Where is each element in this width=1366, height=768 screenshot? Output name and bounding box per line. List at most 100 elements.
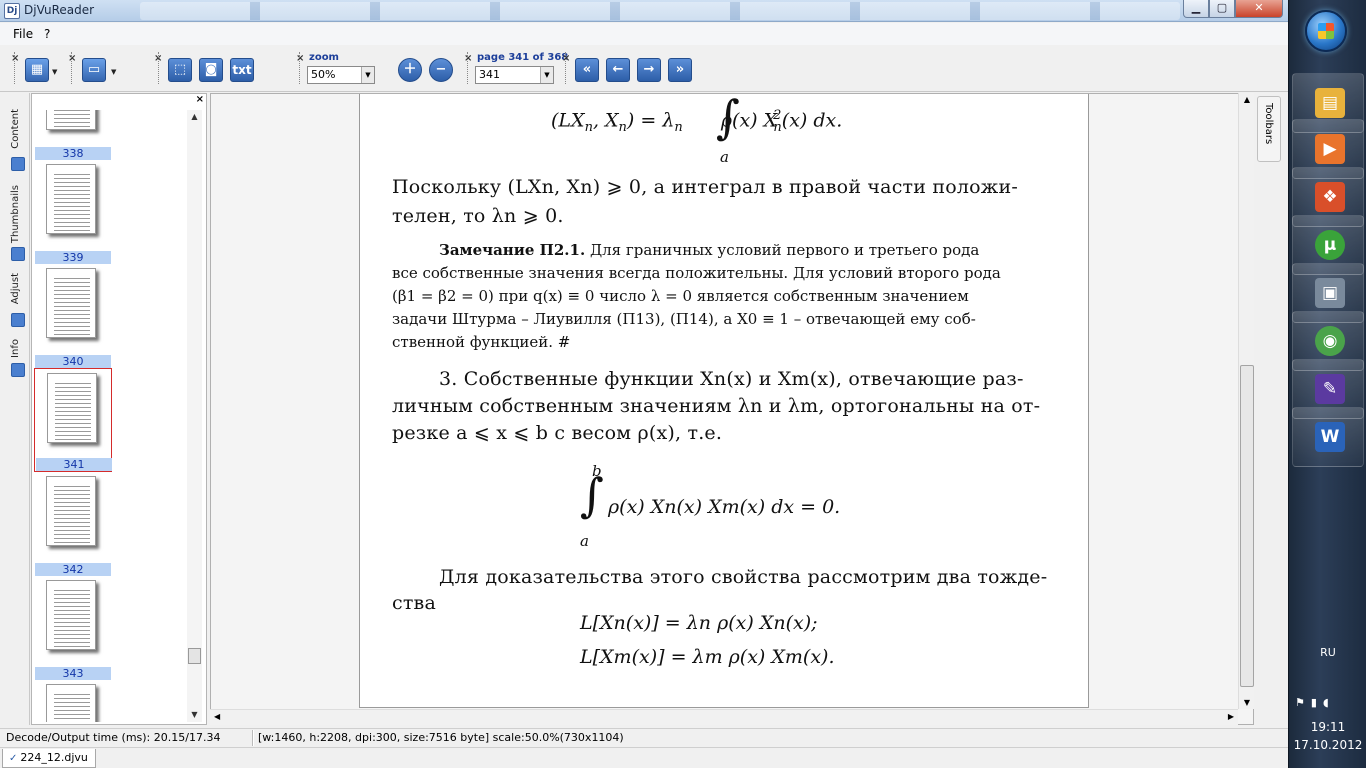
equation-2: ρ(x) Xn(x) Xm(x) dx = 0. bbox=[608, 496, 841, 518]
title-bar[interactable]: Dj DjVuReader ▁ ▢ ✕ bbox=[0, 0, 1288, 22]
remark-line-1: Замечание П2.1. Для граничных условий пе… bbox=[439, 241, 980, 259]
page-select[interactable]: 341 ▼ bbox=[475, 66, 554, 84]
thumbnail-page bbox=[46, 476, 96, 546]
toolbar-grip[interactable] bbox=[467, 52, 470, 84]
thumbnail-page bbox=[46, 684, 96, 722]
thumbnail-page bbox=[46, 164, 96, 234]
page-value: 341 bbox=[479, 68, 500, 81]
zoom-out-button[interactable]: − bbox=[429, 58, 453, 82]
thumbnail-number: 339 bbox=[35, 251, 111, 264]
chevron-down-icon[interactable]: ▼ bbox=[361, 67, 374, 83]
image-view-button[interactable]: ◙ bbox=[199, 58, 223, 82]
menu-help[interactable]: ? bbox=[44, 27, 50, 41]
toolbar-grip[interactable] bbox=[14, 52, 17, 84]
thumbnail-page bbox=[47, 373, 97, 443]
tab-thumbnails[interactable]: Thumbnails bbox=[8, 183, 28, 263]
thumbnail-338[interactable]: 338 bbox=[34, 110, 112, 160]
toolbar-grip[interactable] bbox=[71, 52, 74, 84]
app-icon: Dj bbox=[4, 3, 20, 19]
text-mode-button[interactable]: txt bbox=[230, 58, 254, 82]
language-indicator[interactable]: RU bbox=[1289, 646, 1366, 659]
tab-info[interactable]: Info bbox=[8, 337, 28, 383]
chevron-down-icon[interactable]: ▼ bbox=[540, 67, 553, 83]
start-button[interactable] bbox=[1305, 10, 1347, 52]
scroll-down-icon[interactable]: ▼ bbox=[187, 708, 202, 722]
integral-lower-limit: a bbox=[720, 148, 729, 166]
thumbnail-page bbox=[46, 268, 96, 338]
document-tab-label: 224_12.djvu bbox=[20, 751, 88, 764]
tab-adjust[interactable]: Adjust bbox=[8, 271, 28, 331]
toolbar-grip[interactable] bbox=[299, 52, 302, 84]
status-separator bbox=[252, 730, 254, 746]
document-horizontal-scrollbar[interactable]: ◀ ▶ bbox=[210, 709, 1238, 725]
clock-time[interactable]: 19:11 bbox=[1289, 720, 1366, 734]
menu-file[interactable]: File bbox=[13, 27, 33, 41]
thumbnail-339[interactable]: 339 bbox=[34, 160, 112, 264]
equation-4: L[Xm(x)] = λm ρ(x) Xm(x). bbox=[580, 646, 835, 668]
window-title: DjVuReader bbox=[24, 3, 95, 17]
document-icon: ✓ bbox=[9, 753, 18, 764]
thumbnail-343[interactable]: 343 bbox=[34, 576, 112, 680]
scroll-left-icon[interactable]: ◀ bbox=[214, 712, 220, 721]
remark-line-5: ственной функцией. # bbox=[392, 333, 571, 351]
thumbnail-page bbox=[46, 580, 96, 650]
maximize-button[interactable]: ▢ bbox=[1209, 0, 1235, 18]
toolbar-grip[interactable] bbox=[565, 52, 568, 84]
zoom-select[interactable]: 50% ▼ bbox=[307, 66, 375, 84]
toolbar: × ▦ ▼ × ▭ ▼ × ⬚ ◙ txt × zoom 50% ▼ ＋ − ×… bbox=[0, 46, 1288, 92]
zoom-in-button[interactable]: ＋ bbox=[398, 58, 422, 82]
last-page-button[interactable]: » bbox=[668, 58, 692, 82]
paragraph-1-line-2: телен, то λn ⩾ 0. bbox=[392, 205, 564, 227]
first-page-button[interactable]: « bbox=[575, 58, 599, 82]
page-layout-button[interactable]: ▦ bbox=[25, 58, 49, 82]
toolbars-tab-label: Toolbars bbox=[1263, 103, 1274, 145]
remark-line-3: (β1 = β2 = 0) при q(x) ≡ 0 число λ = 0 я… bbox=[392, 287, 969, 305]
scroll-down-icon[interactable]: ▼ bbox=[1239, 698, 1255, 707]
document-vertical-scrollbar[interactable]: ▲ ▼ bbox=[1238, 93, 1254, 709]
tab-content-label: Content bbox=[10, 109, 21, 149]
network-icon[interactable]: ▮ bbox=[1311, 696, 1323, 709]
scroll-up-icon[interactable]: ▲ bbox=[1239, 95, 1255, 104]
content-icon bbox=[11, 157, 25, 171]
scroll-up-icon[interactable]: ▲ bbox=[187, 110, 202, 124]
clock-date[interactable]: 17.10.2012 bbox=[1289, 738, 1366, 752]
remark-line-4: задачи Штурма – Лиувилля (П13), (П14), а… bbox=[392, 310, 976, 328]
thumbnail-scrollbar[interactable]: ▲ ▼ bbox=[187, 110, 202, 722]
select-region-button[interactable]: ⬚ bbox=[168, 58, 192, 82]
document-view[interactable]: (LXn, Xn) = λn ρ(x) X2n(x) dx. ∫ a Поско… bbox=[210, 93, 1254, 725]
word-icon: W bbox=[1315, 422, 1345, 452]
volume-icon[interactable]: ◖ bbox=[1323, 696, 1335, 709]
paragraph-1-line-1: Поскольку (LXn, Xn) ⩾ 0, а интеграл в пр… bbox=[392, 176, 1018, 198]
taskbar-app-word[interactable]: W bbox=[1292, 407, 1364, 467]
next-page-button[interactable]: → bbox=[637, 58, 661, 82]
equation-3: L[Xn(x)] = λn ρ(x) Xn(x); bbox=[580, 612, 818, 634]
thumbnail-340[interactable]: 340 bbox=[34, 264, 112, 368]
thumbnail-number: 340 bbox=[35, 355, 111, 368]
tab-content[interactable]: Content bbox=[8, 107, 28, 177]
background-windows-strip bbox=[140, 2, 1180, 20]
menu-bar: File ? bbox=[0, 23, 1288, 45]
thumbnail-341[interactable]: 341 bbox=[34, 368, 112, 472]
flag-icon[interactable]: ⚑ bbox=[1295, 696, 1311, 709]
system-tray[interactable]: ⚑▮◖ bbox=[1295, 696, 1361, 712]
thumbnail-number: 342 bbox=[35, 563, 111, 576]
minimize-button[interactable]: ▁ bbox=[1183, 0, 1209, 18]
chevron-down-icon[interactable]: ▼ bbox=[52, 68, 57, 76]
close-button[interactable]: ✕ bbox=[1235, 0, 1283, 18]
page-view-button[interactable]: ▭ bbox=[82, 58, 106, 82]
scroll-thumb[interactable] bbox=[188, 648, 201, 664]
toolbars-tab[interactable]: Toolbars bbox=[1257, 96, 1281, 162]
thumbnail-342[interactable]: 342 bbox=[34, 472, 112, 576]
panel-close-icon[interactable]: × bbox=[196, 94, 204, 105]
scroll-thumb[interactable] bbox=[1240, 365, 1254, 687]
chevron-down-icon[interactable]: ▼ bbox=[111, 68, 116, 76]
scroll-right-icon[interactable]: ▶ bbox=[1228, 712, 1234, 721]
equation-1: (LXn, Xn) = λn ρ(x) X2n(x) dx. bbox=[551, 108, 843, 136]
document-tab[interactable]: ✓ 224_12.djvu bbox=[2, 749, 96, 768]
remark-line-2: все собственные значения всегда положите… bbox=[392, 264, 1001, 282]
thumbnail-344[interactable] bbox=[34, 680, 112, 722]
toolbar-grip[interactable] bbox=[158, 52, 161, 84]
thumbnails-icon bbox=[11, 247, 25, 261]
previous-page-button[interactable]: ← bbox=[606, 58, 630, 82]
document-page: (LXn, Xn) = λn ρ(x) X2n(x) dx. ∫ a Поско… bbox=[359, 94, 1089, 708]
